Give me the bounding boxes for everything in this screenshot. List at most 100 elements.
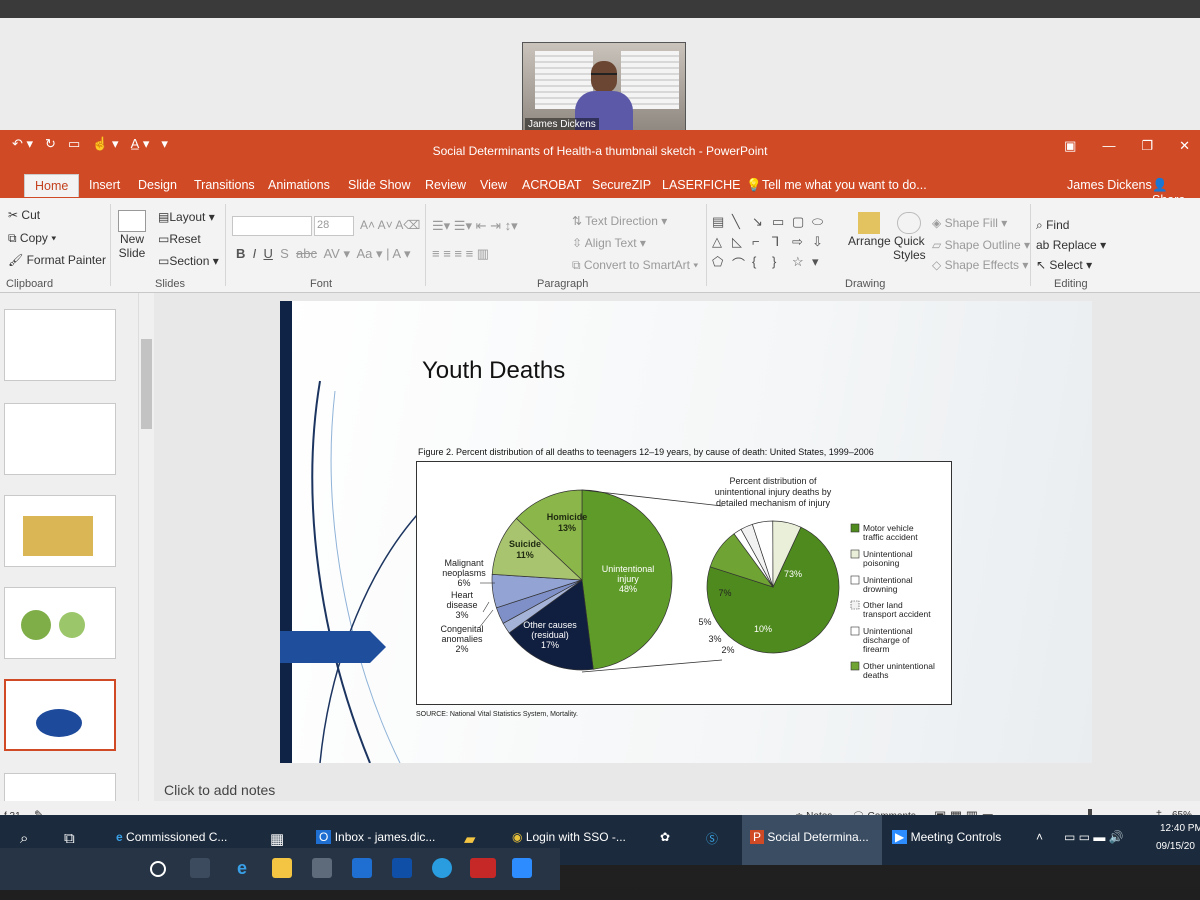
start-circle-icon[interactable]: [150, 861, 166, 877]
shapes-gallery[interactable]: ▤ ╲ ↘ ▭ ▢ ⬭ △ ◺ ⌐ ⅂ ⇨ ⇩ ⬠ ⌒{} ☆ ▾: [712, 214, 830, 274]
epic-icon[interactable]: [470, 858, 496, 878]
tab-laserfiche[interactable]: LASERFICHE: [662, 178, 741, 192]
slide-thumbnail-current[interactable]: [4, 679, 116, 751]
chart-image[interactable]: Homicide 13% Suicide 11% Unintentional i…: [416, 461, 952, 705]
brace-right-icon[interactable]: }: [772, 254, 790, 272]
taskbar-item-ie[interactable]: e Commissioned C...: [116, 830, 227, 844]
tab-home[interactable]: Home: [24, 174, 80, 197]
text-direction-button[interactable]: ⇅ Text Direction ▾: [572, 214, 667, 228]
taskbar-item-outlook[interactable]: O Inbox - james.dic...: [316, 830, 435, 844]
ribbon-display-icon[interactable]: ▣: [1064, 138, 1076, 154]
shape-fill-label: Shape Fill: [944, 216, 998, 230]
taskbar-item-powerpoint[interactable]: P Social Determina...: [750, 830, 869, 844]
section-button[interactable]: ▭Section ▾: [158, 254, 219, 268]
clock-time[interactable]: 12:40 PM: [1160, 823, 1200, 834]
taskbar-item-zoom[interactable]: ▶ Meeting Controls: [892, 830, 1001, 844]
clear-format-icon[interactable]: A⌫: [395, 218, 420, 232]
taskbar-item-chrome[interactable]: ◉ Login with SSO -...: [512, 830, 626, 844]
more-shapes-icon[interactable]: ▾: [812, 254, 830, 272]
brace-left-icon[interactable]: {: [752, 254, 770, 272]
replace-button[interactable]: ab Replace ▾: [1036, 238, 1106, 252]
down-arrow-icon[interactable]: ⇩: [812, 234, 830, 252]
font-name-input[interactable]: [232, 216, 312, 236]
elbow-icon[interactable]: ⅂: [772, 234, 790, 252]
layout-button[interactable]: ▤Layout ▾: [158, 210, 215, 224]
task-view-icon[interactable]: ⧉: [64, 830, 75, 847]
file-explorer-icon[interactable]: [272, 858, 292, 878]
store-icon[interactable]: [312, 858, 332, 878]
align-text-button[interactable]: ⇳ Align Text ▾: [572, 236, 646, 250]
search-icon[interactable]: ⌕: [20, 830, 28, 847]
font-format-buttons[interactable]: B I U S abc AV ▾ Aa ▾ | A ▾: [236, 246, 411, 262]
file-explorer-icon[interactable]: ▰: [464, 830, 476, 848]
corner-icon[interactable]: ⌐: [752, 234, 770, 252]
right-triangle-icon[interactable]: ◺: [732, 234, 750, 252]
scrollbar-thumb[interactable]: [141, 339, 152, 429]
paintbrush-icon: 🖌: [8, 253, 24, 267]
tab-view[interactable]: View: [480, 178, 507, 192]
tab-animations[interactable]: Animations: [268, 178, 330, 192]
edge-icon[interactable]: e: [232, 858, 252, 878]
slide-canvas[interactable]: Youth Deaths Figure 2. Percent distribut…: [280, 301, 1092, 763]
tab-securezip[interactable]: SecureZIP: [592, 178, 651, 192]
right-arrow-icon[interactable]: ⇨: [792, 234, 810, 252]
grow-shrink-font-icons[interactable]: A˄ A˅ A⌫: [360, 218, 420, 232]
participant-video-tile[interactable]: James Dickens: [522, 42, 686, 134]
slide-thumbnail[interactable]: [4, 495, 116, 567]
reset-button[interactable]: ▭Reset: [158, 232, 201, 246]
zoom-icon[interactable]: [512, 858, 532, 878]
tab-design[interactable]: Design: [138, 178, 177, 192]
close-icon[interactable]: ✕: [1179, 138, 1190, 154]
slide-title[interactable]: Youth Deaths: [422, 357, 565, 385]
slide-thumbnail[interactable]: [4, 587, 116, 659]
calculator-icon[interactable]: ▦: [270, 830, 284, 848]
arrange-button[interactable]: Arrange: [848, 212, 891, 248]
convert-smartart-button[interactable]: ⧉ Convert to SmartArt ▾: [572, 258, 698, 273]
tab-review[interactable]: Review: [425, 178, 466, 192]
notes-placeholder[interactable]: Click to add notes: [164, 782, 275, 798]
restore-icon[interactable]: ❐: [1141, 138, 1153, 154]
new-slide-button[interactable]: New Slide: [118, 210, 146, 260]
thumbnail-scrollbar[interactable]: [138, 293, 154, 813]
rounded-rect-icon[interactable]: ▢: [792, 214, 810, 232]
align-buttons[interactable]: ≡ ≡ ≡ ≡ ▥: [432, 246, 489, 262]
pinned-app-icon[interactable]: ✿: [660, 830, 670, 844]
tell-me-search[interactable]: Tell me what you want to do...: [762, 178, 927, 192]
shape-effects-button[interactable]: ◇ Shape Effects ▾: [932, 258, 1028, 272]
skype-icon[interactable]: Ⓢ: [706, 830, 718, 847]
mail-icon[interactable]: [352, 858, 372, 878]
task-view-icon[interactable]: [190, 858, 210, 878]
pentagon-icon[interactable]: ⬠: [712, 254, 730, 272]
shape-fill-button[interactable]: ◈ Shape Fill ▾: [932, 216, 1007, 230]
shape-outline-button[interactable]: ▱ Shape Outline ▾: [932, 238, 1030, 252]
oval-icon[interactable]: ⬭: [812, 214, 830, 232]
tray-icons[interactable]: ▭ ▭ ▬ 🔊: [1064, 830, 1124, 844]
tab-acrobat[interactable]: ACROBAT: [522, 178, 582, 192]
clock-date[interactable]: 09/15/20: [1156, 841, 1195, 852]
triangle-icon[interactable]: △: [712, 234, 730, 252]
textbox-icon[interactable]: ▤: [712, 214, 730, 232]
user-name[interactable]: James Dickens: [1067, 178, 1152, 192]
rectangle-icon[interactable]: ▭: [772, 214, 790, 232]
outlook-icon[interactable]: [392, 858, 412, 878]
star-icon[interactable]: ☆: [792, 254, 810, 272]
tab-transitions[interactable]: Transitions: [194, 178, 255, 192]
minimize-icon[interactable]: —: [1102, 138, 1115, 154]
quick-styles-button[interactable]: Quick Styles: [893, 212, 926, 262]
tab-slide-show[interactable]: Slide Show: [348, 178, 411, 192]
font-size-input[interactable]: 28: [314, 216, 354, 236]
list-buttons[interactable]: ☰▾ ☰▾ ⇤ ⇥ ↕▾: [432, 218, 518, 234]
arrow-line-icon[interactable]: ↘: [752, 214, 770, 232]
slide-thumbnail[interactable]: [4, 309, 116, 381]
select-button[interactable]: ↖ Select ▾: [1036, 258, 1092, 272]
cut-button[interactable]: ✂ Cut: [8, 208, 40, 222]
tab-insert[interactable]: Insert: [89, 178, 120, 192]
slide-thumbnail[interactable]: [4, 403, 116, 475]
find-button[interactable]: ⌕ Find: [1036, 218, 1069, 233]
curve-icon[interactable]: ⌒: [732, 254, 750, 272]
skype-icon[interactable]: [432, 858, 452, 878]
format-painter-button[interactable]: 🖌 Format Painter: [8, 253, 106, 267]
tray-expand-icon[interactable]: ˄: [1036, 830, 1043, 844]
copy-button[interactable]: ⧉ Copy ▾: [8, 231, 56, 246]
line-icon[interactable]: ╲: [732, 214, 750, 232]
